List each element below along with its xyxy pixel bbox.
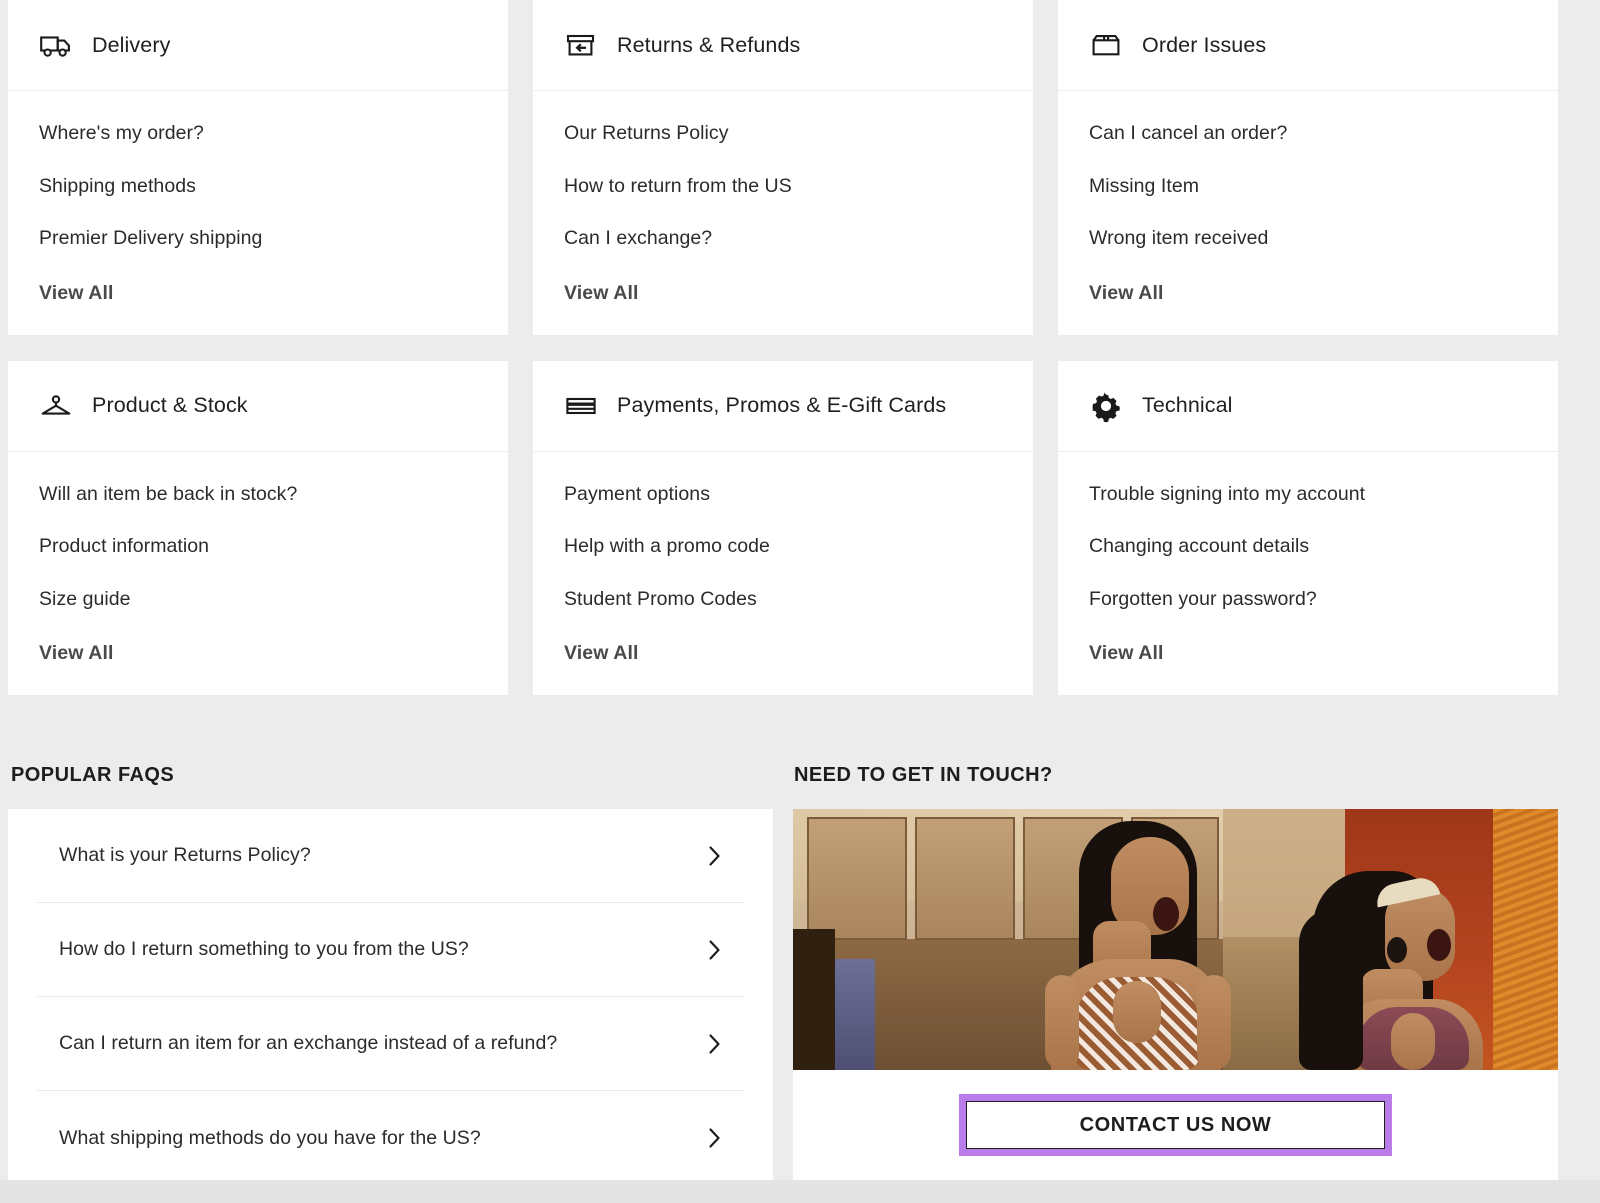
- faq-list-item[interactable]: How do I return something to you from th…: [37, 903, 744, 997]
- get-in-touch-heading: NEED TO GET IN TOUCH?: [794, 764, 1558, 787]
- faq-question: What shipping methods do you have for th…: [59, 1127, 481, 1150]
- category-card-order-issues: Order Issues Can I cancel an order? Miss…: [1058, 0, 1558, 335]
- category-link[interactable]: Can I exchange?: [564, 229, 1002, 249]
- faq-list-item[interactable]: What shipping methods do you have for th…: [37, 1091, 744, 1185]
- category-link[interactable]: Size guide: [39, 590, 477, 610]
- popular-faqs-column: POPULAR FAQS What is your Returns Policy…: [8, 731, 773, 1203]
- category-links: Will an item be back in stock? Product i…: [8, 452, 508, 696]
- category-title: Payments, Promos & E-Gift Cards: [617, 393, 946, 418]
- view-all-link[interactable]: View All: [39, 282, 114, 305]
- category-links: Where's my order? Shipping methods Premi…: [8, 91, 508, 335]
- category-title: Returns & Refunds: [617, 33, 800, 58]
- category-links: Our Returns Policy How to return from th…: [533, 91, 1033, 335]
- popular-faqs-heading: POPULAR FAQS: [11, 764, 773, 787]
- category-title: Technical: [1142, 393, 1233, 418]
- popular-faqs-list: What is your Returns Policy? How do I re…: [8, 809, 773, 1203]
- category-card-payments: Payments, Promos & E-Gift Cards Payment …: [533, 361, 1033, 696]
- package-box-icon: [1089, 28, 1123, 62]
- page-bottom-gutter: [0, 1180, 1600, 1203]
- chevron-right-icon: [708, 845, 721, 867]
- contact-promo-image: [793, 809, 1558, 1070]
- chevron-right-icon: [708, 1127, 721, 1149]
- category-title: Product & Stock: [92, 393, 248, 418]
- category-link[interactable]: How to return from the US: [564, 177, 1002, 197]
- credit-card-icon: [564, 389, 598, 423]
- category-card-technical: Technical Trouble signing into my accoun…: [1058, 361, 1558, 696]
- gear-icon: [1089, 389, 1123, 423]
- category-link[interactable]: Can I cancel an order?: [1089, 124, 1527, 144]
- chevron-right-icon: [708, 939, 721, 961]
- right-gutter: [1592, 0, 1600, 731]
- faq-question: How do I return something to you from th…: [59, 938, 469, 961]
- bottom-section: POPULAR FAQS What is your Returns Policy…: [0, 731, 1600, 1203]
- clothes-hanger-icon: [39, 389, 73, 423]
- category-link[interactable]: Help with a promo code: [564, 537, 1002, 557]
- category-links: Can I cancel an order? Missing Item Wron…: [1058, 91, 1558, 335]
- category-links: Trouble signing into my account Changing…: [1058, 452, 1558, 696]
- contact-cta-highlight: CONTACT US NOW: [959, 1094, 1392, 1156]
- category-card-grid: Delivery Where's my order? Shipping meth…: [8, 0, 1592, 695]
- category-link[interactable]: Student Promo Codes: [564, 590, 1002, 610]
- category-link[interactable]: Payment options: [564, 485, 1002, 505]
- view-all-link[interactable]: View All: [564, 282, 639, 305]
- category-header: Product & Stock: [8, 361, 508, 452]
- category-link[interactable]: Trouble signing into my account: [1089, 485, 1527, 505]
- category-link[interactable]: Forgotten your password?: [1089, 590, 1527, 610]
- return-box-icon: [564, 28, 598, 62]
- get-in-touch-column: NEED TO GET IN TOUCH?: [793, 731, 1558, 1180]
- help-center-page: Delivery Where's my order? Shipping meth…: [0, 0, 1600, 1203]
- faq-question: What is your Returns Policy?: [59, 844, 311, 867]
- category-link[interactable]: Wrong item received: [1089, 229, 1527, 249]
- category-link[interactable]: Changing account details: [1089, 537, 1527, 557]
- view-all-link[interactable]: View All: [1089, 282, 1164, 305]
- category-link[interactable]: Product information: [39, 537, 477, 557]
- category-card-returns-refunds: Returns & Refunds Our Returns Policy How…: [533, 0, 1033, 335]
- category-link[interactable]: Shipping methods: [39, 177, 477, 197]
- chevron-right-icon: [708, 1033, 721, 1055]
- category-link[interactable]: Our Returns Policy: [564, 124, 1002, 144]
- faq-question: Can I return an item for an exchange ins…: [59, 1032, 557, 1055]
- view-all-link[interactable]: View All: [1089, 642, 1164, 665]
- category-header: Technical: [1058, 361, 1558, 452]
- delivery-truck-icon: [39, 28, 73, 62]
- category-card-product-stock: Product & Stock Will an item be back in …: [8, 361, 508, 696]
- view-all-link[interactable]: View All: [564, 642, 639, 665]
- faq-list-item[interactable]: What is your Returns Policy?: [37, 809, 744, 903]
- contact-us-now-button[interactable]: CONTACT US NOW: [966, 1101, 1385, 1149]
- category-link[interactable]: Where's my order?: [39, 124, 477, 144]
- category-link[interactable]: Missing Item: [1089, 177, 1527, 197]
- view-all-link[interactable]: View All: [39, 642, 114, 665]
- category-title: Order Issues: [1142, 33, 1266, 58]
- category-link[interactable]: Premier Delivery shipping: [39, 229, 477, 249]
- category-header: Order Issues: [1058, 0, 1558, 91]
- contact-cta-area: CONTACT US NOW: [793, 1070, 1558, 1180]
- category-title: Delivery: [92, 33, 170, 58]
- category-links: Payment options Help with a promo code S…: [533, 452, 1033, 696]
- contact-promo-card: CONTACT US NOW: [793, 809, 1558, 1180]
- category-header: Returns & Refunds: [533, 0, 1033, 91]
- faq-list-item[interactable]: Can I return an item for an exchange ins…: [37, 997, 744, 1091]
- category-header: Delivery: [8, 0, 508, 91]
- category-header: Payments, Promos & E-Gift Cards: [533, 361, 1033, 452]
- category-card-delivery: Delivery Where's my order? Shipping meth…: [8, 0, 508, 335]
- left-gutter: [0, 0, 8, 731]
- category-link[interactable]: Will an item be back in stock?: [39, 485, 477, 505]
